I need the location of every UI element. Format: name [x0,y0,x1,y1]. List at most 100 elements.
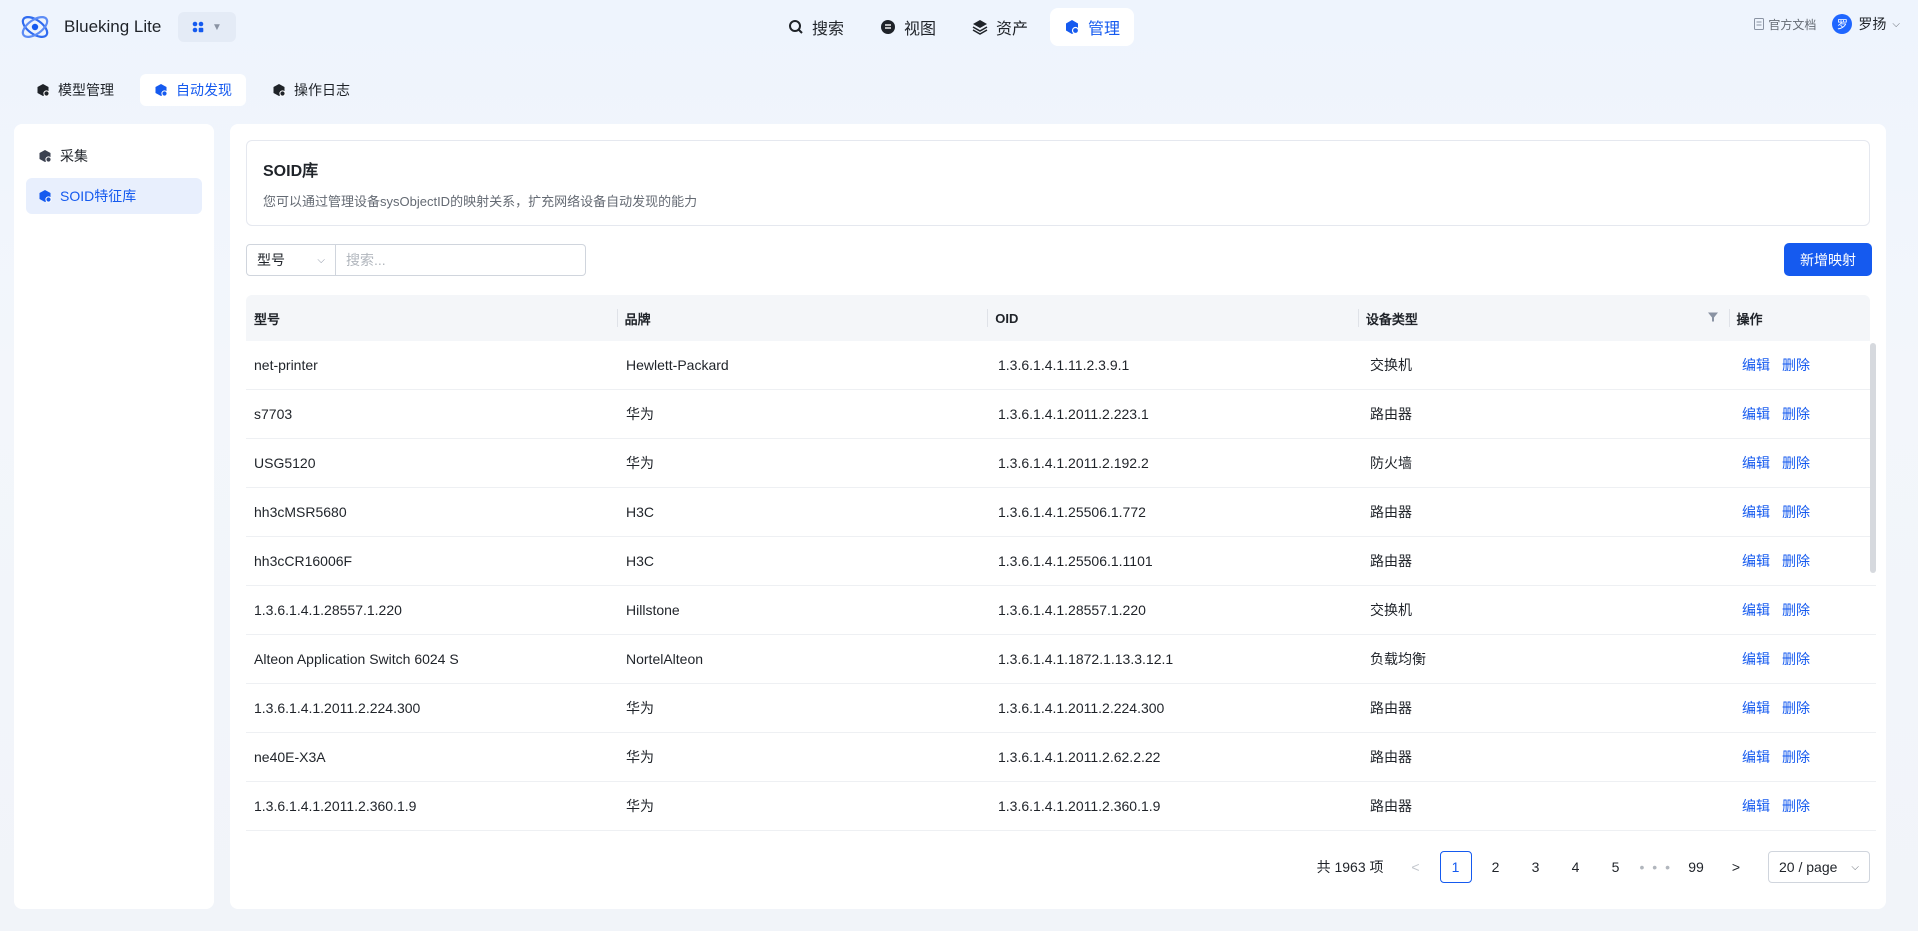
cell-device-type: 路由器 [1370,700,1412,716]
page-ellipsis[interactable]: • • • [1640,851,1672,883]
delete-button[interactable]: 删除 [1782,651,1810,667]
tab-label: 操作日志 [294,82,350,98]
search-field-select[interactable]: 型号 ⌵ [246,244,336,276]
filter-icon[interactable] [1707,311,1719,323]
docs-link-label: 官方文档 [1768,17,1817,32]
nav-view[interactable]: 视图 [866,8,950,46]
cell-brand: NortelAlteon [626,651,704,667]
cell-actions: 编辑 删除 [1734,649,1876,669]
cell-model: hh3cCR16006F [254,553,353,569]
delete-button[interactable]: 删除 [1782,553,1810,569]
page-button-4[interactable]: 4 [1560,851,1592,883]
sidebar-item-soid[interactable]: SOID特征库 [26,178,202,214]
edit-button[interactable]: 编辑 [1742,651,1770,667]
edit-button[interactable]: 编辑 [1742,406,1770,422]
edit-button[interactable]: 编辑 [1742,504,1770,520]
table-row: 1.3.6.1.4.1.2011.2.224.300 华为 1.3.6.1.4.1.… [246,684,1876,733]
cell-model: 1.3.6.1.4.1.2011.2.224.300 [254,700,421,716]
cell-model: 1.3.6.1.4.1.28557.1.220 [254,602,402,618]
soid-icon [39,190,52,203]
nav-search[interactable]: 搜索 [774,8,858,46]
tab-operation-log[interactable]: 操作日志 [258,74,364,106]
cell-model: ne40E-X3A [254,749,326,765]
cell-model: Alteon Application Switch 6024 S [254,651,459,667]
cell-actions: 编辑 删除 [1734,453,1876,473]
edit-button[interactable]: 编辑 [1742,357,1770,373]
edit-button[interactable]: 编辑 [1742,700,1770,716]
page-button-last[interactable]: 99 [1680,851,1712,883]
edit-button[interactable]: 编辑 [1742,749,1770,765]
collect-icon [39,150,52,163]
tab-label: 自动发现 [176,82,232,98]
cell-device-type: 路由器 [1370,798,1412,814]
view-icon [881,20,896,34]
cell-actions: 编辑 删除 [1734,551,1876,571]
soid-table: 型号 品牌 OID 设备类型 操作 net-printer Hewlett-Pac… [246,295,1886,831]
cell-oid: 1.3.6.1.4.1.25506.1.1101 [998,553,1153,569]
table-header: 型号 品牌 OID 设备类型 操作 [246,295,1870,341]
cell-device-type: 路由器 [1370,504,1412,520]
delete-button[interactable]: 删除 [1782,455,1810,471]
cell-oid: 1.3.6.1.4.1.2011.2.192.2 [998,455,1149,471]
blueking-logo-icon [21,16,49,38]
tab-model-management[interactable]: 模型管理 [22,74,128,106]
delete-button[interactable]: 删除 [1782,700,1810,716]
sidebar-item-collect[interactable]: 采集 [26,138,202,174]
edit-button[interactable]: 编辑 [1742,455,1770,471]
pagination-total: 共 1963 项 [1316,859,1384,875]
prev-page-button[interactable]: < [1400,851,1432,883]
tab-auto-discovery[interactable]: 自动发现 [140,74,246,106]
cell-device-type: 防火墙 [1370,455,1412,471]
table-row: net-printer Hewlett-Packard 1.3.6.1.4.1.11… [246,341,1876,390]
column-header-actions: 操作 [1728,295,1871,341]
app-switcher-button[interactable]: ▼ [178,12,236,42]
search-input[interactable] [336,244,586,276]
sidebar: 采集 SOID特征库 [14,124,214,909]
next-page-button[interactable]: > [1720,851,1752,883]
cell-oid: 1.3.6.1.4.1.2011.2.62.2.22 [998,749,1161,765]
page-button-5[interactable]: 5 [1600,851,1632,883]
table-scrollbar[interactable] [1870,343,1876,573]
log-icon [273,84,286,97]
cell-model: USG5120 [254,455,316,471]
cell-oid: 1.3.6.1.4.1.1872.1.13.3.12.1 [998,651,1174,667]
delete-button[interactable]: 删除 [1782,749,1810,765]
nav-manage[interactable]: 管理 [1050,8,1135,46]
docs-link[interactable]: 官方文档 [1754,16,1816,33]
delete-button[interactable]: 删除 [1782,406,1810,422]
table-row: ne40E-X3A 华为 1.3.6.1.4.1.2011.2.62.2.22 路由器… [246,733,1876,782]
cell-device-type: 路由器 [1370,749,1412,765]
delete-button[interactable]: 删除 [1782,798,1810,814]
cell-device-type: 路由器 [1370,406,1412,422]
edit-button[interactable]: 编辑 [1742,602,1770,618]
app-logo[interactable]: Blueking Lite [18,10,161,44]
nav-assets[interactable]: 资产 [958,8,1042,46]
cell-actions: 编辑 删除 [1734,796,1876,816]
page-button-1[interactable]: 1 [1439,851,1472,883]
add-mapping-button[interactable]: 新增映射 [1784,243,1872,276]
cell-actions: 编辑 删除 [1734,698,1876,718]
user-menu[interactable]: 罗 罗扬 ⌵ [1832,14,1900,34]
edit-button[interactable]: 编辑 [1742,798,1770,814]
chevron-down-icon: ▼ [212,21,222,33]
top-nav: 搜索 视图 资产 管理 [774,8,1135,46]
cell-actions: 编辑 删除 [1734,600,1876,620]
page-button-3[interactable]: 3 [1520,851,1552,883]
table-row: hh3cMSR5680 H3C 1.3.6.1.4.1.25506.1.772 路由器… [246,488,1876,537]
delete-button[interactable]: 删除 [1782,357,1810,373]
page-button-2[interactable]: 2 [1480,851,1512,883]
cell-brand: 华为 [626,455,654,471]
delete-button[interactable]: 删除 [1782,504,1810,520]
sidebar-item-label: 采集 [60,148,88,164]
cell-oid: 1.3.6.1.4.1.2011.2.223.1 [998,406,1149,422]
edit-button[interactable]: 编辑 [1742,553,1770,569]
delete-button[interactable]: 删除 [1782,602,1810,618]
search-bar: 型号 ⌵ [246,244,586,276]
top-bar: Blueking Lite ▼ 搜索 视图 资产 管理 官方文档 罗 罗扬 ⌵ [0,0,1918,56]
layers-icon [972,20,988,35]
cell-model: 1.3.6.1.4.1.2011.2.360.1.9 [254,798,417,814]
table-row: 1.3.6.1.4.1.2011.2.360.1.9 华为 1.3.6.1.4.1.… [246,782,1876,831]
page-size-select[interactable]: 20 / page ⌵ [1768,851,1870,883]
cell-oid: 1.3.6.1.4.1.28557.1.220 [998,602,1146,618]
cell-model: hh3cMSR5680 [254,504,347,520]
